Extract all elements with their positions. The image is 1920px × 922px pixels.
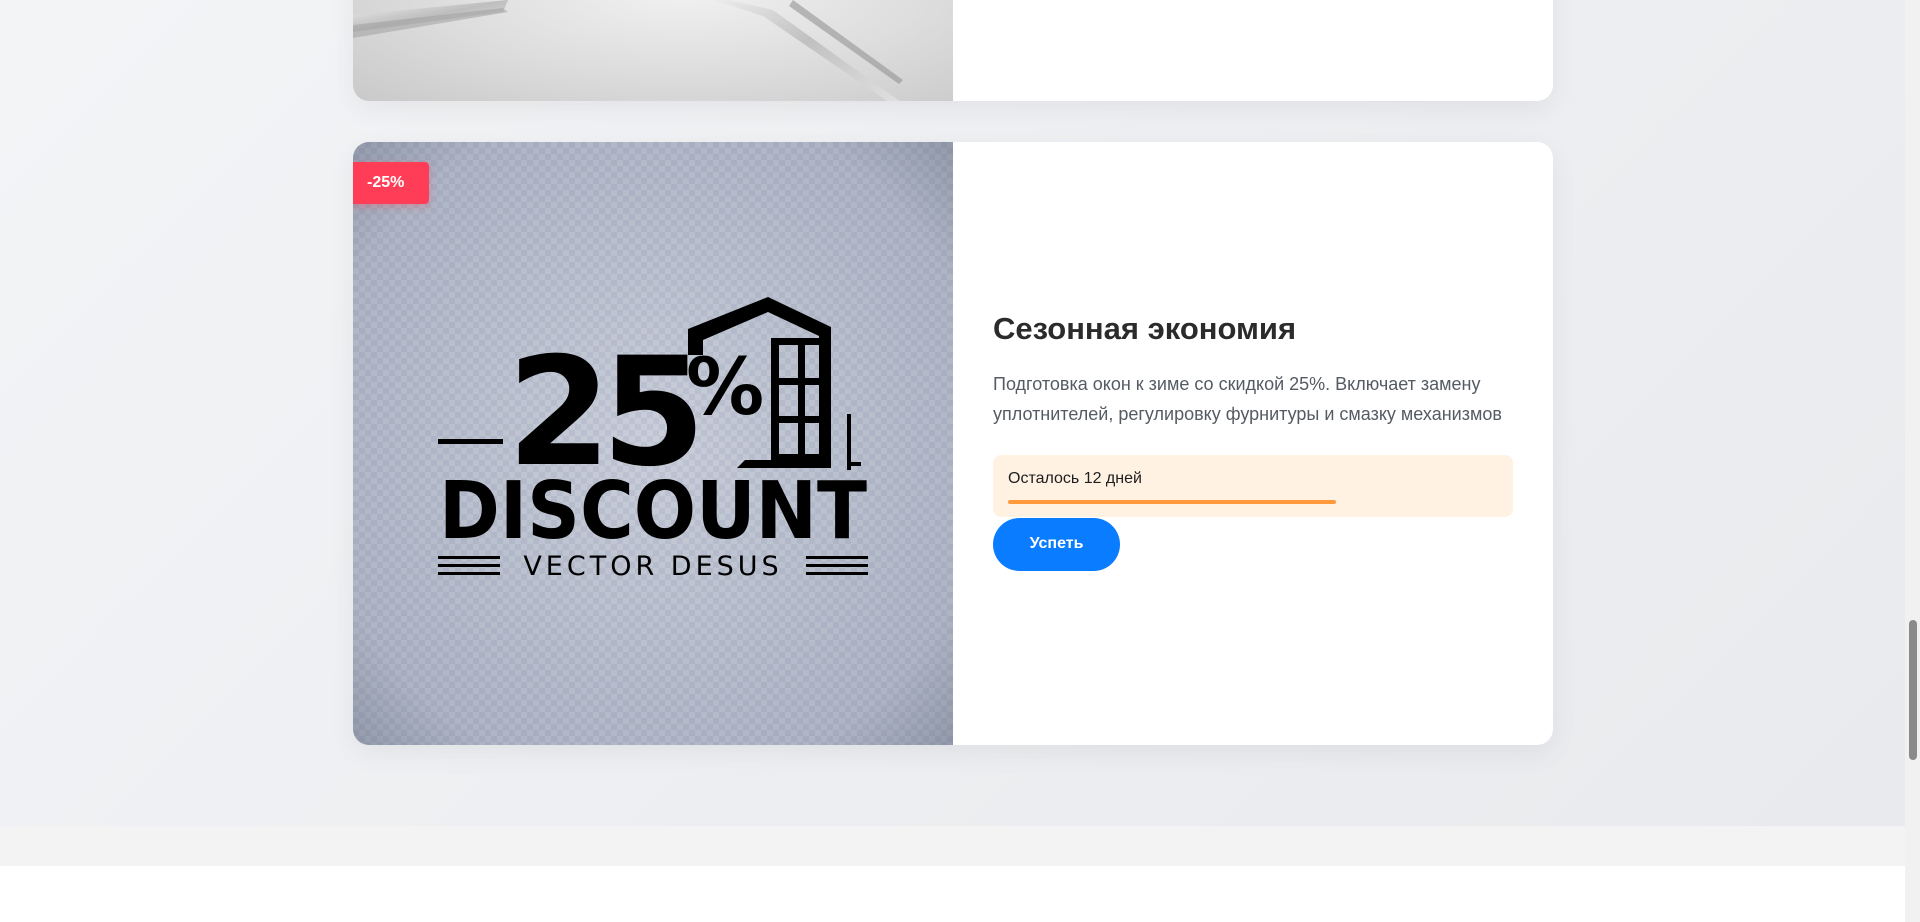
offer-description: Подготовка окон к зиме со скидкой 25%. В… xyxy=(993,373,1502,424)
countdown-text: Осталось 12 дней xyxy=(1008,469,1142,487)
page-scrollbar[interactable] xyxy=(1905,0,1920,922)
hurry-button[interactable]: Успеть xyxy=(993,517,1120,571)
offer-card-seasonal: 25 % DISCOUNT VECTOR DESUS -25% Сезонная… xyxy=(353,142,1553,745)
discount-logo: 25 % DISCOUNT VECTOR DESUS xyxy=(438,297,868,582)
countdown-box: Осталось 12 дней xyxy=(993,454,1513,517)
logo-tagline: VECTOR DESUS xyxy=(523,551,782,582)
discount-badge: -25% xyxy=(353,162,429,204)
offer-card-previous xyxy=(353,0,1553,101)
page-viewport: 25 % DISCOUNT VECTOR DESUS -25% Сезонная… xyxy=(0,0,1905,922)
offer-body: Сезонная экономия Подготовка окон к зиме… xyxy=(953,142,1553,745)
logo-percent: % xyxy=(686,343,764,433)
logo-word: DISCOUNT xyxy=(439,465,867,557)
offer-image-seasonal: 25 % DISCOUNT VECTOR DESUS -25% xyxy=(353,142,953,745)
countdown-progress-track xyxy=(1008,499,1498,504)
offer-image-previous xyxy=(353,0,953,101)
offers-section: 25 % DISCOUNT VECTOR DESUS -25% Сезонная… xyxy=(0,0,1905,826)
scrollbar-thumb[interactable] xyxy=(1909,620,1917,760)
countdown-progress-fill xyxy=(1008,499,1337,504)
window-profile-illustration xyxy=(353,0,903,101)
offer-title: Сезонная экономия xyxy=(993,310,1297,346)
next-section-edge xyxy=(0,826,1905,866)
